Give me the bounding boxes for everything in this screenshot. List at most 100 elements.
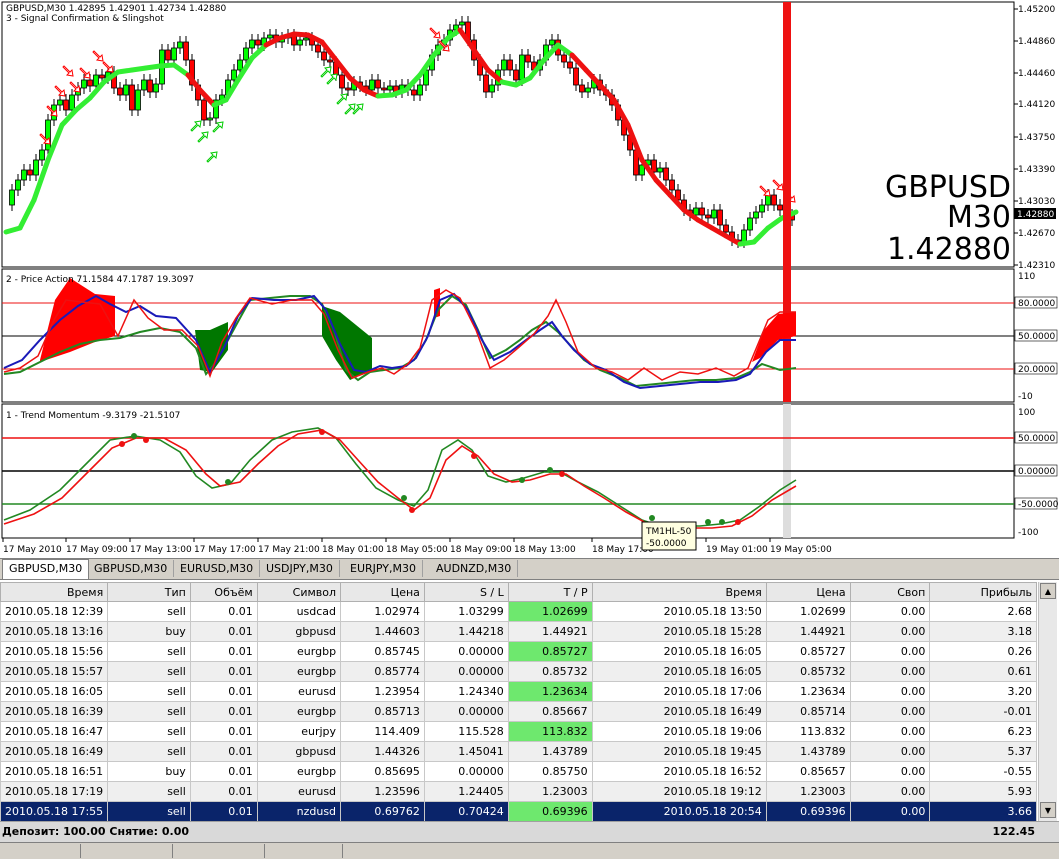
terminal-tab-4[interactable]	[262, 844, 343, 858]
momentum-dot	[719, 519, 725, 525]
chart-tab-5[interactable]: AUDNZD,M30	[430, 560, 519, 577]
cell-tp: 0.69396	[507, 801, 593, 822]
terminal-tab-1[interactable]	[0, 844, 81, 858]
candle-body	[81, 79, 87, 89]
candle-body	[519, 54, 525, 81]
table-row[interactable]: 2010.05.18 15:57 sell 0.01 eurgbp 0.85774 0.0…	[0, 661, 1037, 682]
cell-vol: 0.01	[189, 781, 258, 802]
cell-open: 2010.05.18 15:56	[0, 641, 109, 662]
chart-tab-4[interactable]: EURJPY,M30	[344, 560, 423, 577]
cell-price: 0.85695	[340, 761, 425, 782]
candle-body	[27, 169, 33, 176]
cell-vol: 0.01	[189, 661, 258, 682]
cell-close: 2010.05.18 20:54	[591, 801, 767, 822]
scroll-up-icon[interactable]: ▲	[1040, 583, 1056, 599]
candle-body	[489, 84, 495, 93]
cell-open: 2010.05.18 17:19	[0, 781, 109, 802]
momentum-dot	[225, 479, 231, 485]
chart-tab-2[interactable]: EURUSD,M30	[174, 560, 261, 577]
chart-tab-1[interactable]: GBPUSD,M30	[88, 560, 175, 577]
candle-body	[651, 159, 657, 173]
price-action-header: 2 - Price Action 71.1584 47.1787 19.3097	[6, 275, 194, 285]
column-header[interactable]: T / P	[507, 582, 593, 602]
momentum-dot	[119, 441, 125, 447]
table-row[interactable]: 2010.05.18 17:19 sell 0.01 eurusd 1.23596 1.2…	[0, 781, 1037, 802]
column-header[interactable]: Цена	[340, 582, 425, 602]
tm-tick-label: -100	[1018, 528, 1039, 538]
cell-swap: 0.00	[849, 721, 931, 742]
table-row[interactable]: 2010.05.18 13:16 buy 0.01 gbpusd 1.44603 1.44…	[0, 621, 1037, 642]
cell-type: sell	[107, 741, 191, 762]
cell-vol: 0.01	[189, 721, 258, 742]
current-price-label: 1.42880	[1017, 210, 1054, 220]
candle-body	[777, 204, 783, 211]
cell-open: 2010.05.18 15:57	[0, 661, 109, 682]
time-tick-label: 18 May 05:00	[386, 545, 448, 555]
terminal-tab-2[interactable]	[92, 844, 173, 858]
candle-body	[711, 209, 717, 219]
column-header[interactable]: Цена	[765, 582, 851, 602]
candle-body	[741, 229, 747, 243]
cell-type: sell	[107, 601, 191, 622]
candle-body	[297, 39, 303, 46]
cell-sl: 1.03299	[423, 601, 509, 622]
terminal-tabs-bar	[0, 842, 1059, 859]
vertical-scrollbar[interactable]: ▲ ▼	[1038, 582, 1057, 822]
table-row[interactable]: 2010.05.18 16:47 sell 0.01 eurjpy 114.409 115…	[0, 721, 1037, 742]
cell-cprice: 0.85714	[765, 701, 851, 722]
table-row[interactable]: 2010.05.18 17:55 sell 0.01 nzdusd 0.69762 0.7…	[0, 801, 1037, 822]
cell-open: 2010.05.18 17:55	[0, 801, 109, 822]
table-row[interactable]: 2010.05.18 16:49 sell 0.01 gbpusd 1.44326 1.4…	[0, 741, 1037, 762]
chart-area[interactable]: 1.45200 1.44860 1.44460 1.44120 1.43750 1.433…	[0, 0, 1059, 558]
tm-tick-label: -50.0000	[1018, 500, 1059, 510]
cell-tp: 0.85667	[507, 701, 593, 722]
cell-tp: 0.85732	[507, 661, 593, 682]
cell-tp: 0.85727	[507, 641, 593, 662]
table-row[interactable]: 2010.05.18 12:39 sell 0.01 usdcad 1.02974 1.0…	[0, 601, 1037, 622]
table-row[interactable]: 2010.05.18 16:51 buy 0.01 eurgbp 0.85695 0.00…	[0, 761, 1037, 782]
column-header[interactable]: Объём	[189, 582, 258, 602]
column-header[interactable]: Своп	[849, 582, 931, 602]
candle-body	[369, 79, 375, 91]
table-row[interactable]: 2010.05.18 15:56 sell 0.01 eurgbp 0.85745 0.0…	[0, 641, 1037, 662]
column-header[interactable]: Символ	[256, 582, 342, 602]
cell-swap: 0.00	[849, 781, 931, 802]
candle-body	[765, 194, 771, 206]
table-row[interactable]: 2010.05.18 16:39 sell 0.01 eurgbp 0.85713 0.0…	[0, 701, 1037, 722]
chart-tab-0[interactable]: GBPUSD,M30	[2, 559, 90, 579]
momentum-dot	[319, 429, 325, 435]
candle-body	[327, 59, 333, 63]
cell-profit: 0.61	[929, 661, 1037, 682]
cell-vol: 0.01	[189, 681, 258, 702]
cell-price: 0.85774	[340, 661, 425, 682]
candle-body	[501, 59, 507, 71]
cell-sl: 0.00000	[423, 641, 509, 662]
cell-type: buy	[107, 761, 191, 782]
table-row[interactable]: 2010.05.18 16:05 sell 0.01 eurusd 1.23954 1.2…	[0, 681, 1037, 702]
indicator-name: 3 - Signal Confirmation & Slingshot	[6, 14, 164, 24]
cell-tp: 113.832	[507, 721, 593, 742]
chart-tab-3[interactable]: USDJPY,M30	[260, 560, 340, 577]
time-tick-label: 18 May 01:00	[322, 545, 384, 555]
chart-canvas[interactable]: 1.45200 1.44860 1.44460 1.44120 1.43750 1.433…	[0, 0, 1059, 558]
price-tick-label: 1.45200	[1018, 5, 1055, 15]
column-header[interactable]: Тип	[107, 582, 191, 602]
cell-swap: 0.00	[849, 741, 931, 762]
cell-type: sell	[107, 661, 191, 682]
cell-tp: 1.44921	[507, 621, 593, 642]
pa-tick-label: 20.0000	[1018, 365, 1055, 375]
column-header[interactable]: Время	[591, 582, 767, 602]
momentum-dot	[735, 519, 741, 525]
candle-body	[315, 44, 321, 53]
cell-open: 2010.05.18 16:47	[0, 721, 109, 742]
scroll-down-icon[interactable]: ▼	[1040, 802, 1056, 818]
column-header[interactable]: S / L	[423, 582, 509, 602]
column-header[interactable]: Время	[0, 582, 109, 602]
column-header[interactable]: Прибыль	[929, 582, 1037, 602]
candle-body	[561, 54, 567, 63]
candle-body	[177, 41, 183, 49]
candle-body	[579, 84, 585, 93]
terminal-tab-3[interactable]	[184, 844, 265, 858]
candle-body	[657, 167, 663, 173]
cell-profit: 3.20	[929, 681, 1037, 702]
